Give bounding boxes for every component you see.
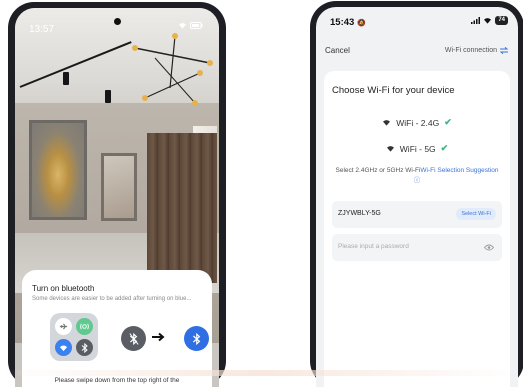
cancel-button[interactable]: Cancel xyxy=(325,46,350,55)
control-center-tile xyxy=(50,313,98,361)
bottom-glow xyxy=(0,370,523,376)
chandelier xyxy=(132,33,213,106)
curtain xyxy=(147,133,217,283)
check-icon: ✔ xyxy=(444,117,452,127)
ssid-field[interactable]: ZJYWBLY-5G Select Wi-Fi xyxy=(332,201,502,228)
bluetooth-sheet-subtitle: Some devices are easier to be added afte… xyxy=(32,296,192,302)
wifi-connection-button[interactable]: Wi-Fi connection xyxy=(445,47,508,54)
wifi-icon xyxy=(484,18,492,24)
left-phone: 13:57 Turn on bluetooth Some devices are… xyxy=(8,2,226,387)
battery-icon xyxy=(190,22,203,29)
spotlight xyxy=(105,90,111,103)
info-icon: ⓘ xyxy=(413,177,421,184)
status-icons: 74 xyxy=(471,16,508,25)
bluetooth-sheet-title: Turn on bluetooth xyxy=(32,284,95,293)
band-row-2-4g: WiFi - 2.4G ✔ xyxy=(324,117,510,128)
wifi-selection-suggestion-link[interactable]: Wi-Fi Selection Suggestion xyxy=(420,167,498,174)
left-phone-screen: 13:57 Turn on bluetooth Some devices are… xyxy=(15,8,219,387)
eye-icon[interactable] xyxy=(484,244,494,251)
band-label: WiFi - 2.4G xyxy=(396,117,440,128)
battery-icon: 74 xyxy=(495,16,508,25)
right-phone-screen: 15:43 🔕 74 Cancel Wi-Fi connection Choos… xyxy=(316,7,518,387)
bluetooth-toggle-icon xyxy=(76,339,93,356)
bluetooth-off-icon xyxy=(121,326,146,351)
password-placeholder: Please input a password xyxy=(338,243,409,250)
status-icons xyxy=(178,22,203,29)
bluetooth-instruction: Please swipe down from the top right of … xyxy=(54,377,180,384)
bluetooth-on-icon xyxy=(184,326,209,351)
wall-painting xyxy=(29,120,87,220)
switch-arrows-icon xyxy=(500,47,508,54)
signal-icon xyxy=(471,17,481,24)
band-row-5g: WiFi - 5G ✔ xyxy=(324,143,510,154)
hint-text: Select 2.4GHz or 5GHz Wi-Fi xyxy=(335,167,421,174)
password-field[interactable]: Please input a password xyxy=(332,234,502,261)
wifi-connection-label: Wi-Fi connection xyxy=(444,47,497,54)
status-time: 13:57 xyxy=(29,24,55,35)
wifi-icon xyxy=(386,146,394,152)
check-icon: ✔ xyxy=(440,143,449,153)
spotlight xyxy=(63,72,69,85)
ssid-value: ZJYWBLY-5G xyxy=(338,210,381,217)
mute-icon: 🔕 xyxy=(356,20,366,27)
band-label: WiFi - 5G xyxy=(399,143,436,154)
wifi-hint: Select 2.4GHz or 5GHz Wi-FiWi-Fi Selecti… xyxy=(332,166,502,186)
status-time: 15:43 🔕 xyxy=(330,17,366,28)
wall-frame xyxy=(101,153,137,221)
select-wifi-button[interactable]: Select Wi-Fi xyxy=(456,208,496,220)
wifi-selection-card: Choose Wi-Fi for your device WiFi - 2.4G… xyxy=(324,71,510,387)
camera-notch xyxy=(114,18,121,25)
cellular-toggle-icon xyxy=(76,318,93,335)
airplane-toggle-icon xyxy=(55,318,72,335)
card-title: Choose Wi-Fi for your device xyxy=(332,85,455,96)
wifi-icon xyxy=(383,120,391,126)
arrow-right-icon xyxy=(152,332,165,342)
right-phone: 15:43 🔕 74 Cancel Wi-Fi connection Choos… xyxy=(310,1,523,387)
wifi-toggle-icon xyxy=(55,339,72,356)
wifi-icon xyxy=(179,23,186,29)
